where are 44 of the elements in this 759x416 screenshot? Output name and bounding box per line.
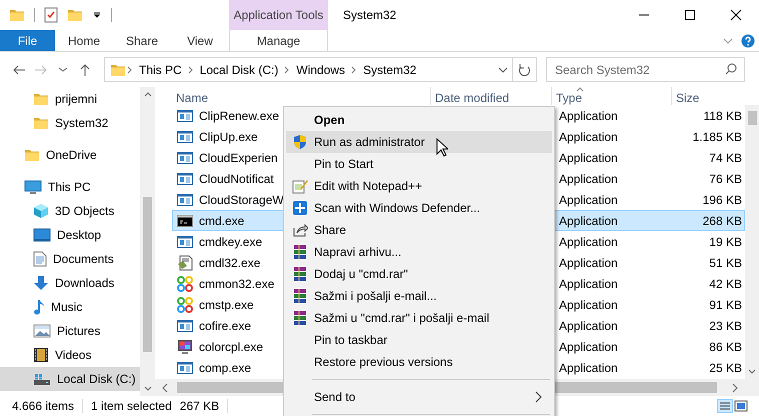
file-size: 51 KB <box>709 256 742 270</box>
file-type: Application <box>559 234 618 248</box>
file-size: 196 KB <box>702 192 742 206</box>
file-name: ClipRenew.exe <box>199 108 280 124</box>
file-name: cmdl32.exe <box>199 254 260 272</box>
file-size: 42 KB <box>709 276 742 290</box>
file-type: Application <box>559 276 618 290</box>
file-size: 118 KB <box>704 108 742 122</box>
file-type: Application <box>559 360 618 374</box>
file-type: Application <box>559 214 618 228</box>
file-name: cmstp.exe <box>199 296 254 314</box>
file-size: 19 KB <box>709 234 742 248</box>
file-type: Application <box>559 340 618 354</box>
file-type: Application <box>559 130 618 144</box>
file-size: 25 KB <box>709 360 742 374</box>
file-size: 1.185 KB <box>692 130 742 144</box>
file-type: Application <box>559 318 618 332</box>
file-name: CloudExperien <box>199 150 278 166</box>
file-type: Application <box>559 172 618 186</box>
file-name: CloudStorageW <box>199 192 284 208</box>
file-size: 23 KB <box>709 318 742 332</box>
file-size: 74 KB <box>709 150 742 164</box>
file-name: cofire.exe <box>199 318 252 334</box>
status-text: 1 item selected <box>91 398 172 415</box>
file-name: CloudNotificat <box>199 170 274 188</box>
file-type: Application <box>559 108 618 122</box>
file-name: ClipUp.exe <box>199 128 258 146</box>
file-name: cmdkey.exe <box>199 234 262 250</box>
file-type: Application <box>559 256 618 270</box>
file-name: colorcpl.exe <box>199 338 264 356</box>
contextual-tab-group: Application Tools <box>229 0 328 30</box>
file-type: Application <box>559 298 618 312</box>
file-name: cmd.exe <box>199 212 244 230</box>
status-text: 267 KB <box>180 398 220 415</box>
window-title: System32 <box>343 7 396 24</box>
file-size: 268 KB <box>702 214 742 228</box>
file-name: comp.exe <box>199 360 252 376</box>
file-size: 91 KB <box>709 298 742 312</box>
file-name: cmmon32.exe <box>199 276 274 292</box>
file-size: 86 KB <box>709 340 742 354</box>
file-type: Application <box>559 192 618 206</box>
status-text: 4.666 items <box>12 398 74 415</box>
file-type: Application <box>559 150 618 164</box>
file-size: 76 KB <box>709 172 742 186</box>
